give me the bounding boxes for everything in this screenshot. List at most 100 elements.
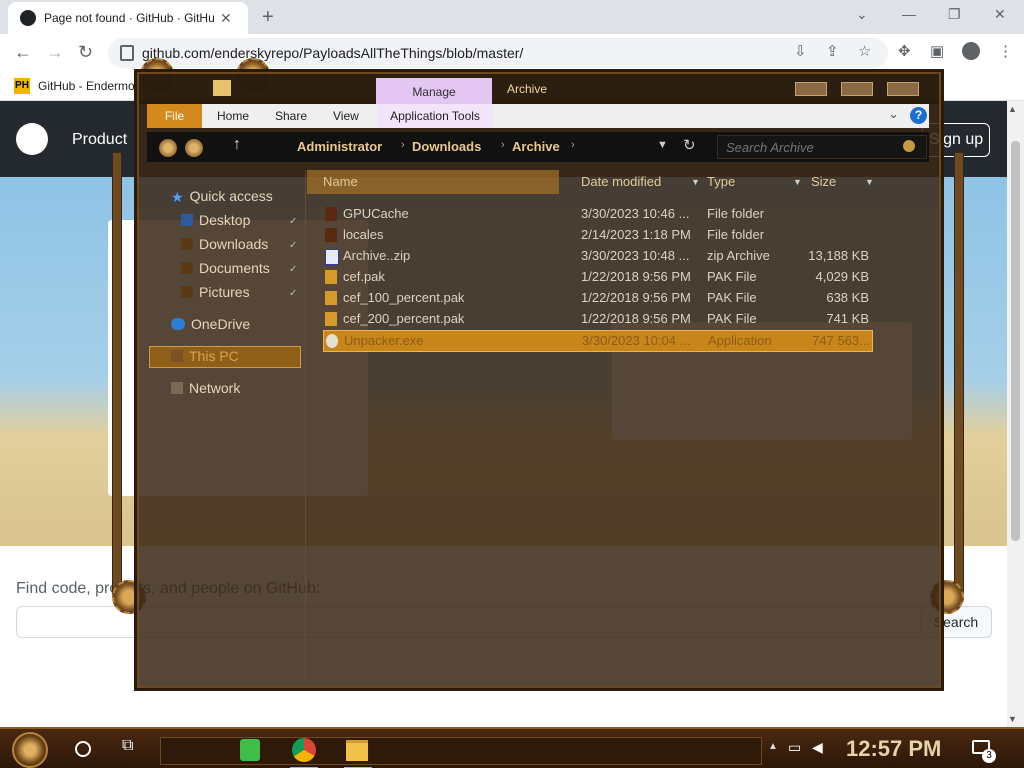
manage-tab[interactable]: Manage (376, 78, 492, 106)
tab-view[interactable]: View (333, 104, 359, 128)
chevron-down-icon[interactable]: ▼ (691, 170, 700, 194)
bookmark-github-enderm[interactable]: GitHub - Endermo (38, 79, 135, 93)
new-tab-button[interactable]: + (262, 6, 274, 29)
maximize-button[interactable] (841, 82, 873, 96)
search-icon[interactable] (903, 140, 915, 152)
column-header-date[interactable]: Date modified (581, 170, 661, 194)
file-row[interactable]: cef_200_percent.pak 1/22/2018 9:56 PM PA… (323, 309, 871, 329)
reload-icon[interactable]: ↻ (78, 42, 93, 63)
scroll-up-arrow-icon[interactable]: ▲ (1008, 104, 1017, 114)
tab-search-icon[interactable]: ⌄ (856, 6, 868, 23)
profile-avatar-icon[interactable] (962, 42, 980, 60)
file-type: PAK File (707, 311, 757, 326)
folder-icon (325, 207, 337, 221)
scrollbar-thumb[interactable] (1011, 141, 1020, 541)
chevron-right-icon[interactable]: › (501, 139, 505, 151)
nav-onedrive[interactable]: OneDrive (171, 316, 250, 332)
task-view-icon[interactable]: ⧉ (122, 737, 133, 755)
desktop-icon (181, 214, 193, 226)
nav-network[interactable]: Network (171, 380, 240, 396)
tab-share[interactable]: Share (275, 104, 307, 128)
file-row[interactable]: cef_100_percent.pak 1/22/2018 9:56 PM PA… (323, 288, 871, 308)
chrome-icon[interactable] (292, 738, 316, 762)
nav-label: Quick access (189, 188, 273, 204)
network-icon (171, 382, 183, 394)
refresh-icon[interactable]: ↻ (683, 136, 696, 154)
breadcrumb-downloads[interactable]: Downloads (412, 139, 481, 154)
pin-icon[interactable]: ✓ (289, 288, 297, 299)
extensions-icon[interactable]: ✥ (898, 42, 911, 60)
expand-ribbon-icon[interactable]: ⌄ (888, 106, 899, 122)
downloads-icon (181, 238, 193, 250)
breadcrumb-administrator[interactable]: Administrator (297, 139, 382, 154)
share-icon[interactable]: ⇪ (826, 42, 839, 60)
file-row[interactable]: Archive..zip 3/30/2023 10:48 ... zip Arc… (323, 246, 871, 266)
tray-chevron-icon[interactable]: ▲ (768, 741, 778, 752)
chevron-right-icon[interactable]: › (571, 139, 575, 151)
pin-icon[interactable]: ✓ (289, 216, 297, 227)
up-arrow-icon[interactable]: ↑ (233, 136, 241, 154)
chevron-right-icon[interactable]: › (401, 139, 405, 151)
nav-desktop[interactable]: Desktop (181, 212, 250, 228)
chevron-down-icon[interactable]: ▼ (793, 170, 802, 194)
file-explorer-window[interactable]: Manage Archive File Home Share View Appl… (137, 72, 941, 688)
explorer-titlebar[interactable]: Manage Archive (139, 74, 939, 106)
back-button[interactable] (159, 139, 177, 157)
file-row-selected[interactable]: Unpacker.exe 3/30/2023 10:04 ... Applica… (323, 330, 873, 352)
file-type: File folder (707, 206, 765, 221)
tab-application-tools[interactable]: Application Tools (377, 104, 493, 128)
tab-home[interactable]: Home (217, 104, 249, 128)
url-text[interactable]: github.com/enderskyrepo/PayloadsAllTheTh… (142, 45, 523, 61)
nav-documents[interactable]: Documents (181, 260, 270, 276)
nav-downloads[interactable]: Downloads (181, 236, 268, 252)
file-row[interactable]: GPUCache 3/30/2023 10:46 ... File folder (323, 204, 871, 224)
navigation-pane: ★ Quick access Desktop ✓ Downloads ✓ Docu… (147, 170, 306, 680)
column-header-type[interactable]: Type (707, 170, 735, 194)
product-menu[interactable]: Product (72, 131, 127, 149)
search-input[interactable] (717, 135, 927, 159)
github-logo-icon[interactable] (16, 123, 48, 155)
ph-bookmark-icon[interactable]: PH (14, 78, 30, 94)
clock[interactable]: 12:57 PM (846, 736, 941, 762)
volume-muted-icon[interactable]: ◀ (812, 739, 823, 756)
notes-app-icon[interactable] (240, 739, 260, 761)
file-row[interactable]: locales 2/14/2023 1:18 PM File folder (323, 225, 871, 245)
nav-pictures[interactable]: Pictures (181, 284, 250, 300)
start-button[interactable] (12, 732, 48, 768)
network-tray-icon[interactable]: ▭ (788, 739, 801, 756)
file-row[interactable]: cef.pak 1/22/2018 9:56 PM PAK File 4,029… (323, 267, 871, 287)
forward-arrow-icon[interactable]: → (46, 42, 64, 63)
breadcrumb-archive[interactable]: Archive (512, 139, 560, 154)
help-icon[interactable]: ? (910, 107, 927, 124)
minimize-button[interactable] (795, 82, 827, 96)
column-header-size[interactable]: Size (811, 170, 836, 194)
menu-kebab-icon[interactable]: ⋮ (998, 42, 1013, 60)
search-circle-icon[interactable] (75, 741, 91, 757)
column-header-name[interactable]: Name (307, 170, 559, 194)
forward-button[interactable] (185, 139, 203, 157)
chevron-down-icon[interactable]: ▼ (657, 139, 668, 151)
browser-tab[interactable]: Page not found · GitHub · GitHub ✕ (8, 2, 248, 34)
pin-icon[interactable]: ✓ (289, 240, 297, 251)
close-button[interactable] (887, 82, 919, 96)
tab-file[interactable]: File (147, 104, 202, 128)
close-window-button[interactable]: ✕ (994, 6, 1006, 23)
restore-button[interactable]: ❐ (948, 6, 961, 23)
scroll-down-arrow-icon[interactable]: ▼ (1008, 714, 1017, 724)
file-explorer-icon[interactable] (346, 740, 368, 761)
chevron-down-icon[interactable]: ▼ (865, 170, 874, 194)
taskbar: ⧉ ▲ ▭ ◀ 12:57 PM 3 (0, 727, 1024, 768)
nav-quick-access[interactable]: ★ Quick access (171, 188, 273, 205)
nav-this-pc[interactable]: This PC (171, 348, 239, 364)
back-arrow-icon[interactable]: ← (14, 42, 32, 63)
address-bar[interactable]: github.com/enderskyrepo/PayloadsAllTheTh… (108, 38, 888, 68)
minimize-button[interactable]: — (902, 6, 916, 22)
app-icon (326, 334, 338, 348)
bookmark-star-icon[interactable]: ☆ (858, 42, 871, 60)
install-app-icon[interactable]: ⇩ (794, 42, 807, 60)
file-name: GPUCache (343, 206, 409, 221)
tab-close-icon[interactable]: ✕ (220, 10, 232, 27)
pin-icon[interactable]: ✓ (289, 264, 297, 275)
side-panel-icon[interactable]: ▣ (930, 42, 944, 60)
page-scrollbar[interactable] (1007, 101, 1024, 727)
